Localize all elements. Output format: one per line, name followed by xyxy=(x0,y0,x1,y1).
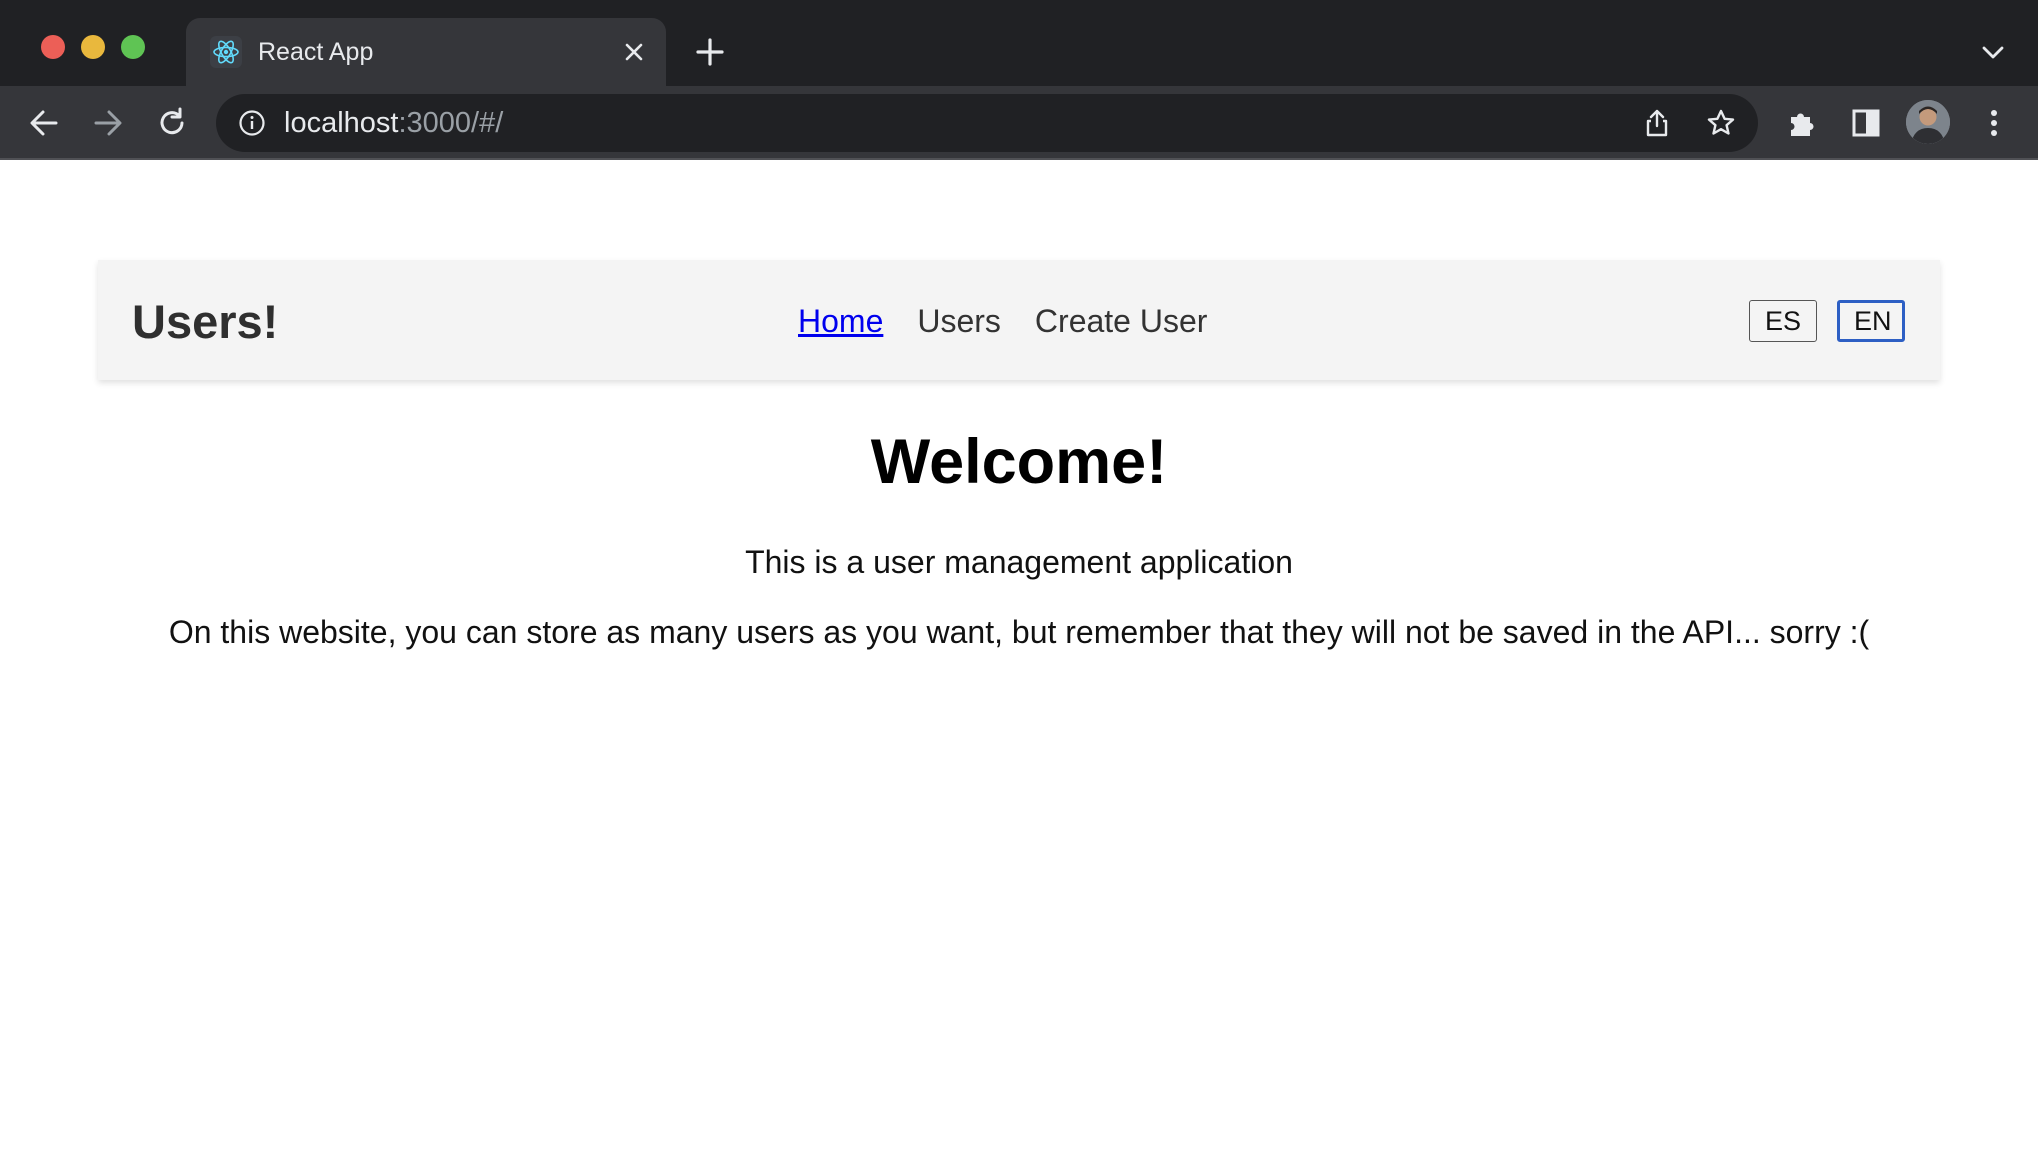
browser-toolbar: localhost:3000/#/ xyxy=(0,86,2038,160)
share-icon[interactable] xyxy=(1642,108,1672,138)
chevron-down-icon[interactable] xyxy=(1980,42,2006,62)
note-text: On this website, you can store as many u… xyxy=(168,614,1870,650)
info-icon[interactable] xyxy=(238,109,266,137)
lang-es-button[interactable]: ES xyxy=(1749,300,1817,342)
lang-en-button[interactable]: EN xyxy=(1837,300,1905,342)
sidepanel-icon[interactable] xyxy=(1848,105,1884,141)
close-window-button[interactable] xyxy=(41,35,65,59)
app-navbar: Users! Home Users Create User ES EN xyxy=(98,260,1940,380)
app-brand[interactable]: Users! xyxy=(132,296,278,348)
reload-icon[interactable] xyxy=(154,105,190,141)
nav-link-create-user[interactable]: Create User xyxy=(1035,300,1208,342)
react-favicon-icon xyxy=(210,36,242,68)
forward-arrow-icon[interactable] xyxy=(90,105,126,141)
tab-title: React App xyxy=(258,38,374,66)
puzzle-icon[interactable] xyxy=(1784,105,1820,141)
nav-links: Home Users Create User xyxy=(798,300,1207,342)
nav-link-home[interactable]: Home xyxy=(798,300,883,342)
intro-text: This is a user management application xyxy=(745,544,1293,580)
star-icon[interactable] xyxy=(1706,108,1736,138)
browser-tab[interactable]: React App xyxy=(186,18,666,86)
back-arrow-icon[interactable] xyxy=(26,105,62,141)
address-bar[interactable]: localhost:3000/#/ xyxy=(216,94,1758,152)
minimize-window-button[interactable] xyxy=(81,35,105,59)
plus-icon[interactable] xyxy=(694,36,726,68)
url-text: localhost:3000/#/ xyxy=(284,107,504,139)
avatar[interactable] xyxy=(1906,100,1950,144)
profile-photo-icon xyxy=(1906,100,1950,144)
page-title: Welcome! xyxy=(870,427,1168,497)
maximize-window-button[interactable] xyxy=(121,35,145,59)
browser-tabstrip: React App xyxy=(0,0,2038,86)
nav-link-users[interactable]: Users xyxy=(917,300,1001,342)
more-vertical-icon[interactable] xyxy=(1976,105,2012,141)
close-icon[interactable] xyxy=(622,40,646,64)
